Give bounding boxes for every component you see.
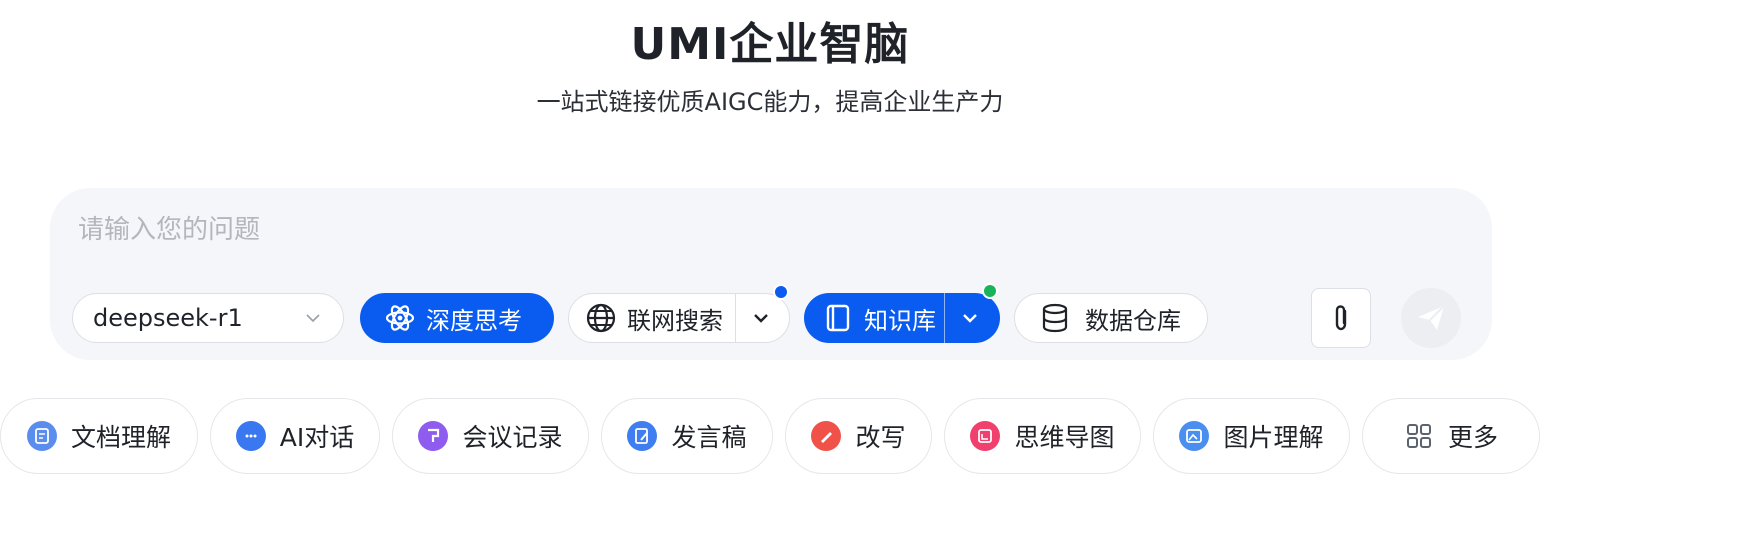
data-warehouse-label: 数据仓库 (1085, 306, 1181, 335)
quick-action-label: 改写 (855, 423, 906, 452)
pen-icon (811, 421, 842, 451)
quick-action-button[interactable]: 图片理解 (1153, 398, 1350, 474)
globe-icon (585, 302, 617, 334)
quick-action-label: 思维导图 (1014, 423, 1115, 452)
knowledge-base-status-dot (982, 283, 998, 299)
paperclip-icon (1335, 305, 1347, 331)
quick-action-label: 图片理解 (1223, 423, 1324, 452)
quick-action-button[interactable]: AI对话 (210, 398, 380, 474)
question-input[interactable] (78, 210, 1278, 250)
quick-action-label: 发言稿 (671, 423, 747, 452)
quick-action-label: 文档理解 (70, 423, 171, 452)
quick-action-label: 会议记录 (462, 423, 563, 452)
doc-edit-icon (26, 421, 57, 451)
image-icon (1179, 421, 1210, 451)
mindmap-icon (970, 421, 1001, 451)
quick-action-button[interactable]: 改写 (785, 398, 932, 474)
knowledge-base-button[interactable]: 知识库 (804, 283, 1000, 343)
deep-think-button[interactable]: 深度思考 (360, 293, 554, 343)
meeting-icon (418, 421, 449, 451)
quick-action-button[interactable]: 文档理解 (0, 398, 198, 474)
knowledge-base-label: 知识库 (864, 306, 936, 335)
book-icon (822, 302, 854, 334)
speech-icon (627, 421, 658, 451)
deep-think-label: 深度思考 (426, 306, 522, 335)
web-search-dropdown-icon[interactable] (749, 306, 773, 330)
quick-action-label: 更多 (1447, 423, 1498, 452)
attach-button[interactable] (1311, 288, 1371, 348)
quick-action-button[interactable]: 思维导图 (944, 398, 1141, 474)
web-search-button[interactable]: 联网搜索 (568, 284, 790, 343)
page-subtitle: 一站式链接优质AIGC能力，提高企业生产力 (536, 88, 1004, 116)
knowledge-base-dropdown-icon[interactable] (958, 306, 982, 330)
data-warehouse-button[interactable]: 数据仓库 (1014, 293, 1208, 343)
page-title: UMI企业智脑 (630, 19, 910, 70)
quick-action-button[interactable]: 发言稿 (601, 398, 773, 474)
web-search-divider (735, 294, 736, 342)
chat-box: deepseek-r1 深度思考 联网搜索 (50, 188, 1492, 360)
quick-action-button[interactable]: 会议记录 (392, 398, 589, 474)
model-select-value: deepseek-r1 (93, 304, 243, 332)
web-search-status-dot (773, 284, 789, 300)
grid-icon (1404, 421, 1434, 451)
web-search-label: 联网搜索 (627, 306, 723, 335)
atom-icon (384, 302, 416, 334)
database-icon (1039, 302, 1071, 334)
quick-action-button[interactable]: 更多 (1362, 398, 1540, 474)
model-select[interactable]: deepseek-r1 (72, 293, 344, 343)
chevron-down-icon (306, 314, 320, 323)
chat-bubble-icon (235, 421, 266, 451)
quick-action-label: AI对话 (279, 423, 355, 452)
send-icon (1418, 305, 1445, 330)
send-button[interactable] (1401, 288, 1461, 348)
knowledge-base-divider (944, 293, 945, 343)
